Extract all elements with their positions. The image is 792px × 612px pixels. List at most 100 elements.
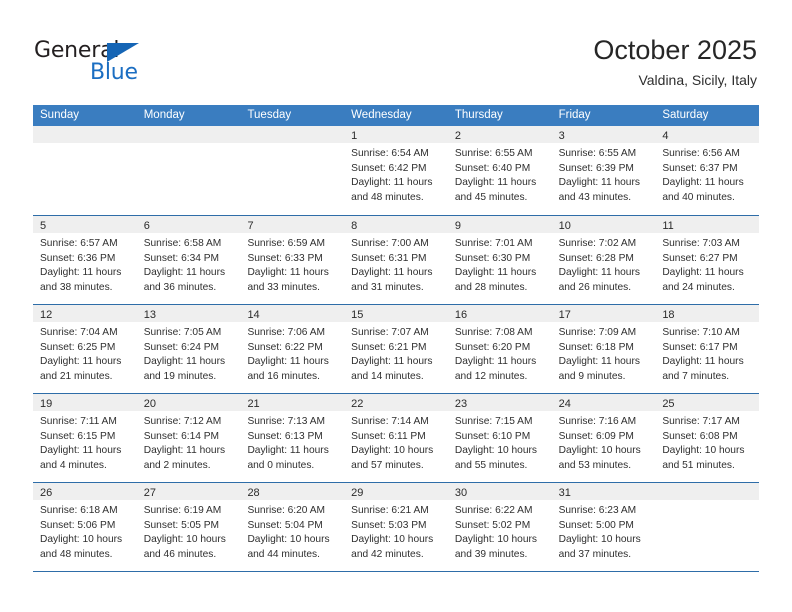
calendar-day-cell[interactable]: 19 Sunrise: 7:11 AM Sunset: 6:15 PM Dayligh… <box>33 394 137 482</box>
day-detail-line: and 0 minutes. <box>247 459 315 471</box>
day-detail-line: Daylight: 10 hours <box>351 445 434 457</box>
day-detail-line: Daylight: 10 hours <box>454 534 537 546</box>
day-detail-line: Sunset: 6:08 PM <box>662 430 738 442</box>
calendar-day-cell[interactable]: 27 Sunrise: 6:19 AM Sunset: 5:05 PM Dayligh… <box>136 483 241 571</box>
day-number: 5 <box>40 220 47 232</box>
calendar-day-cell[interactable]: 12 Sunrise: 7:04 AM Sunset: 6:25 PM Dayligh… <box>33 305 137 393</box>
calendar-day-cell[interactable]: 22 Sunrise: 7:14 AM Sunset: 6:11 PM Dayligh… <box>344 394 448 482</box>
page-title: October 2025 <box>593 35 757 65</box>
day-detail-line: Sunrise: 7:09 AM <box>558 327 637 338</box>
calendar-day-cell[interactable]: 13 Sunrise: 7:05 AM Sunset: 6:24 PM Dayligh… <box>136 305 241 393</box>
calendar-day-cell[interactable]: 24 Sunrise: 7:16 AM Sunset: 6:09 PM Dayligh… <box>551 394 656 482</box>
day-details: Sunrise: 7:11 AM Sunset: 6:15 PM Daylight:… <box>33 411 137 473</box>
calendar-day-cell[interactable]: 20 Sunrise: 7:12 AM Sunset: 6:14 PM Dayligh… <box>136 394 241 482</box>
day-detail-line: and 14 minutes. <box>351 370 424 382</box>
day-detail-line: Sunrise: 6:54 AM <box>351 148 429 159</box>
day-detail-line: Daylight: 11 hours <box>351 356 433 368</box>
day-number-header: 11 <box>655 216 760 233</box>
day-details <box>655 500 759 504</box>
day-detail-line: Sunrise: 6:56 AM <box>662 148 740 159</box>
calendar-day-cell[interactable]: 3 Sunrise: 6:55 AM Sunset: 6:39 PM Daylight… <box>551 126 656 215</box>
day-detail-line: Sunset: 5:04 PM <box>247 519 323 531</box>
calendar-day-cell[interactable]: 11 Sunrise: 7:03 AM Sunset: 6:27 PM Dayligh… <box>655 216 760 304</box>
weekday-header-saturday: Saturday <box>662 109 709 121</box>
day-detail-line: and 44 minutes. <box>247 548 320 560</box>
calendar-day-cell[interactable]: 5 Sunrise: 6:57 AM Sunset: 6:36 PM Daylight… <box>33 216 137 304</box>
calendar-day-cell[interactable]: 26 Sunrise: 6:18 AM Sunset: 5:06 PM Dayligh… <box>33 483 137 571</box>
calendar-day-cell[interactable]: 29 Sunrise: 6:21 AM Sunset: 5:03 PM Dayligh… <box>344 483 448 571</box>
day-detail-line: Daylight: 11 hours <box>662 356 744 368</box>
calendar-day-cell-empty <box>33 126 137 215</box>
day-details: Sunrise: 6:23 AM Sunset: 5:00 PM Daylight:… <box>552 500 656 562</box>
day-details: Sunrise: 7:09 AM Sunset: 6:18 PM Daylight:… <box>552 322 656 384</box>
day-detail-line: and 31 minutes. <box>351 281 424 293</box>
calendar-day-cell[interactable]: 10 Sunrise: 7:02 AM Sunset: 6:28 PM Dayligh… <box>551 216 656 304</box>
calendar-weeks: 1 Sunrise: 6:54 AM Sunset: 6:42 PM Daylight… <box>33 126 760 571</box>
calendar-day-cell[interactable]: 21 Sunrise: 7:13 AM Sunset: 6:13 PM Dayligh… <box>240 394 345 482</box>
day-detail-line: Daylight: 11 hours <box>558 356 640 368</box>
day-detail-line: Daylight: 11 hours <box>40 356 122 368</box>
day-number-header: 1 <box>344 126 448 143</box>
day-detail-line: Sunrise: 6:55 AM <box>558 148 637 159</box>
calendar-day-cell[interactable]: 9 Sunrise: 7:01 AM Sunset: 6:30 PM Daylight… <box>447 216 552 304</box>
calendar-day-cell[interactable]: 31 Sunrise: 6:23 AM Sunset: 5:00 PM Dayligh… <box>551 483 656 571</box>
day-detail-line: Sunrise: 7:03 AM <box>662 238 740 249</box>
calendar-week-row: 19 Sunrise: 7:11 AM Sunset: 6:15 PM Dayligh… <box>33 393 760 482</box>
calendar-day-cell[interactable]: 30 Sunrise: 6:22 AM Sunset: 5:02 PM Dayligh… <box>447 483 552 571</box>
day-detail-line: and 36 minutes. <box>143 281 217 293</box>
day-number: 1 <box>351 130 358 142</box>
day-number: 13 <box>143 309 156 321</box>
day-detail-line: Sunrise: 6:18 AM <box>40 505 118 516</box>
weekday-header-row: Sunday Monday Tuesday Wednesday Thursday Frid… <box>33 105 759 126</box>
day-number-header: 12 <box>33 305 137 322</box>
day-details: Sunrise: 6:55 AM Sunset: 6:40 PM Daylight:… <box>448 143 552 205</box>
day-detail-line: and 21 minutes. <box>40 370 113 382</box>
calendar-day-cell[interactable]: 8 Sunrise: 7:00 AM Sunset: 6:31 PM Daylight… <box>344 216 448 304</box>
calendar-day-cell[interactable]: 14 Sunrise: 7:06 AM Sunset: 6:22 PM Dayligh… <box>240 305 345 393</box>
day-details: Sunrise: 7:13 AM Sunset: 6:13 PM Daylight:… <box>240 411 344 473</box>
day-details: Sunrise: 7:16 AM Sunset: 6:09 PM Daylight:… <box>552 411 656 473</box>
day-number-header: 26 <box>33 483 137 500</box>
calendar-day-cell[interactable]: 23 Sunrise: 7:15 AM Sunset: 6:10 PM Dayligh… <box>447 394 552 482</box>
calendar-day-cell[interactable]: 7 Sunrise: 6:59 AM Sunset: 6:33 PM Daylight… <box>240 216 345 304</box>
calendar-day-cell-empty <box>136 126 241 215</box>
day-detail-line: Daylight: 11 hours <box>247 445 329 457</box>
calendar-day-cell[interactable]: 4 Sunrise: 6:56 AM Sunset: 6:37 PM Daylight… <box>655 126 760 215</box>
calendar-day-cell[interactable]: 2 Sunrise: 6:55 AM Sunset: 6:40 PM Daylight… <box>447 126 552 215</box>
calendar-day-cell[interactable]: 6 Sunrise: 6:58 AM Sunset: 6:34 PM Daylight… <box>136 216 241 304</box>
day-detail-line: Sunrise: 7:11 AM <box>40 416 117 427</box>
calendar-day-cell-empty <box>240 126 345 215</box>
day-number-header: 10 <box>551 216 656 233</box>
calendar-day-cell[interactable]: 15 Sunrise: 7:07 AM Sunset: 6:21 PM Dayligh… <box>344 305 448 393</box>
day-details: Sunrise: 7:02 AM Sunset: 6:28 PM Daylight:… <box>552 233 656 295</box>
day-detail-line: Sunset: 6:22 PM <box>247 341 323 353</box>
day-detail-line: Sunset: 6:33 PM <box>247 252 323 264</box>
weekday-header-monday: Monday <box>143 109 185 121</box>
day-number-header: 27 <box>136 483 241 500</box>
day-detail-line: and 43 minutes. <box>558 191 632 203</box>
calendar-day-cell[interactable]: 25 Sunrise: 7:17 AM Sunset: 6:08 PM Dayligh… <box>655 394 760 482</box>
day-detail-line: Daylight: 11 hours <box>143 445 226 457</box>
calendar-day-cell[interactable]: 28 Sunrise: 6:20 AM Sunset: 5:04 PM Dayligh… <box>240 483 345 571</box>
day-number-header: 8 <box>344 216 448 233</box>
day-detail-line: Sunrise: 6:22 AM <box>454 505 533 516</box>
day-detail-line: and 53 minutes. <box>558 459 632 471</box>
day-detail-line: Sunset: 6:31 PM <box>351 252 427 264</box>
day-number-header: 13 <box>136 305 241 322</box>
calendar-day-cell[interactable]: 16 Sunrise: 7:08 AM Sunset: 6:20 PM Dayligh… <box>447 305 552 393</box>
day-number: 28 <box>247 487 260 499</box>
day-details: Sunrise: 6:55 AM Sunset: 6:39 PM Daylight:… <box>552 143 656 205</box>
day-detail-line: Sunset: 6:40 PM <box>454 162 531 174</box>
calendar-day-cell[interactable]: 17 Sunrise: 7:09 AM Sunset: 6:18 PM Dayligh… <box>551 305 656 393</box>
day-detail-line: Daylight: 10 hours <box>247 534 330 546</box>
day-detail-line: Sunrise: 7:13 AM <box>247 416 326 427</box>
day-detail-line: Sunset: 6:18 PM <box>558 341 634 353</box>
day-detail-line: Sunset: 6:20 PM <box>454 341 531 353</box>
day-number: 25 <box>662 398 675 410</box>
calendar-day-cell[interactable]: 1 Sunrise: 6:54 AM Sunset: 6:42 PM Daylight… <box>344 126 448 215</box>
day-details: Sunrise: 6:56 AM Sunset: 6:37 PM Daylight:… <box>655 143 759 205</box>
day-detail-line: Daylight: 11 hours <box>40 267 122 279</box>
day-number-header: 3 <box>551 126 656 143</box>
calendar-day-cell[interactable]: 18 Sunrise: 7:10 AM Sunset: 6:17 PM Dayligh… <box>655 305 760 393</box>
general-blue-logo[interactable]: General Blue <box>34 38 164 86</box>
